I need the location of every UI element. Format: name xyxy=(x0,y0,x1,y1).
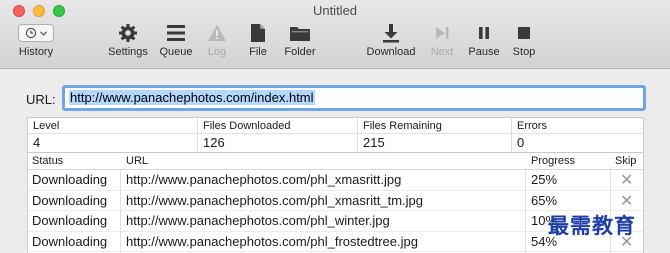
stat-files-downloaded-header: Files Downloaded xyxy=(198,118,357,134)
column-header-progress[interactable]: Progress xyxy=(531,155,575,167)
pause-label: Pause xyxy=(468,46,500,58)
row-progress: 25% xyxy=(531,172,558,187)
skip-x-icon[interactable]: ✕ xyxy=(620,170,633,190)
url-label: URL: xyxy=(26,92,56,107)
history-clock-icon xyxy=(18,24,54,42)
stat-level: Level 4 xyxy=(28,118,198,152)
stat-level-value: 4 xyxy=(33,135,41,150)
url-input[interactable]: http://www.panachephotos.com/index.html xyxy=(62,85,646,111)
row-url: http://www.panachephotos.com/phl_winter.… xyxy=(126,213,390,228)
list-header: Status URL Progress Skip xyxy=(28,153,643,170)
stat-errors-value: 0 xyxy=(517,135,525,150)
column-header-status[interactable]: Status xyxy=(32,155,63,167)
url-input-text: http://www.panachephotos.com/index.html xyxy=(69,90,315,105)
column-header-url[interactable]: URL xyxy=(126,155,148,167)
queue-label: Queue xyxy=(159,46,193,58)
watermark-logo: 最需教育 xyxy=(548,214,636,238)
row-status: Downloading xyxy=(32,192,108,208)
stat-files-downloaded: Files Downloaded 126 xyxy=(198,118,358,152)
pause-button[interactable]: Pause xyxy=(464,22,504,62)
download-arrow-icon xyxy=(362,22,420,44)
stats-table: Level 4 Files Downloaded 126 Files Remai… xyxy=(27,117,644,153)
row-status: Downloading xyxy=(32,213,108,228)
row-progress: 65% xyxy=(531,192,558,208)
stat-files-downloaded-value: 126 xyxy=(203,135,225,150)
next-label: Next xyxy=(430,46,454,58)
stat-files-remaining-value: 215 xyxy=(363,135,385,150)
pause-icon xyxy=(464,22,504,44)
stop-icon xyxy=(508,22,540,44)
title-bar: Untitled History Settings Queue Log File… xyxy=(0,0,670,69)
stat-errors: Errors 0 xyxy=(512,118,643,152)
log-button[interactable]: Log xyxy=(200,22,234,62)
folder-button[interactable]: Folder xyxy=(280,22,320,62)
settings-label: Settings xyxy=(108,46,148,58)
download-label: Download xyxy=(366,46,416,58)
warning-icon xyxy=(200,22,234,44)
log-label: Log xyxy=(207,46,227,58)
list-row[interactable]: Downloading http://www.panachephotos.com… xyxy=(28,170,643,191)
stat-level-header: Level xyxy=(28,118,197,134)
row-url: http://www.panachephotos.com/phl_xmasrit… xyxy=(126,172,402,187)
stop-label: Stop xyxy=(512,46,536,58)
queue-button[interactable]: Queue xyxy=(156,22,196,62)
row-status: Downloading xyxy=(32,172,108,187)
settings-button[interactable]: Settings xyxy=(104,22,152,62)
stat-errors-header: Errors xyxy=(512,118,643,134)
queue-list-icon xyxy=(156,22,196,44)
gear-icon xyxy=(104,22,152,44)
stat-files-remaining-header: Files Remaining xyxy=(358,118,511,134)
window-title: Untitled xyxy=(312,3,358,18)
history-label: History xyxy=(18,46,54,58)
column-header-skip[interactable]: Skip xyxy=(615,155,636,167)
download-button[interactable]: Download xyxy=(362,22,420,62)
history-button[interactable]: History xyxy=(14,22,58,62)
next-button[interactable]: Next xyxy=(426,22,458,62)
folder-icon xyxy=(280,22,320,44)
skip-next-icon xyxy=(426,22,458,44)
list-row[interactable]: Downloading http://www.panachephotos.com… xyxy=(28,191,643,211)
file-label: File xyxy=(249,46,267,58)
row-url: http://www.panachephotos.com/phl_frosted… xyxy=(126,233,418,249)
row-status: Downloading xyxy=(32,233,108,249)
file-button[interactable]: File xyxy=(242,22,274,62)
row-url: http://www.panachephotos.com/phl_xmasrit… xyxy=(126,192,423,208)
stop-button[interactable]: Stop xyxy=(508,22,540,62)
chevron-down-icon xyxy=(40,30,47,36)
stat-files-remaining: Files Remaining 215 xyxy=(358,118,512,152)
skip-x-icon[interactable]: ✕ xyxy=(620,191,633,211)
document-icon xyxy=(242,22,274,44)
folder-label: Folder xyxy=(284,46,316,58)
